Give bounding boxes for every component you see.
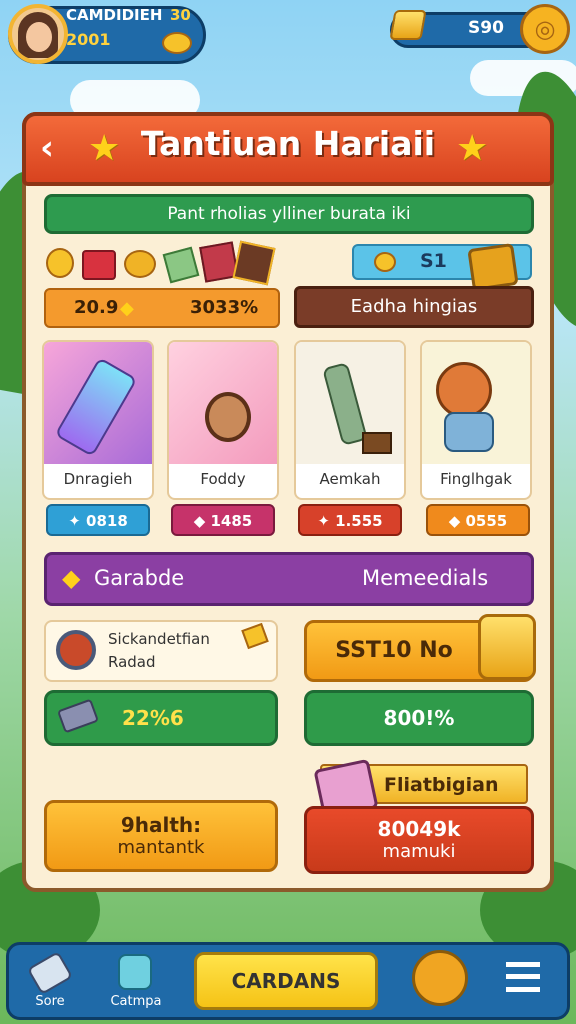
coins-pile-icon: [124, 250, 156, 278]
info-title: Sickandetfian: [108, 630, 210, 648]
add-gold-button[interactable]: ◎: [520, 4, 570, 54]
briefcase-icon: [362, 432, 392, 454]
progress-right-button[interactable]: 800!%: [304, 690, 534, 746]
section-button[interactable]: Eadha hingias: [294, 286, 534, 328]
reward-left-a: 20.9: [74, 297, 119, 318]
gem-icon: ◆: [62, 564, 81, 592]
card-value-text: 0818: [86, 512, 128, 530]
card-value: ◆ 1485: [171, 504, 275, 536]
kid-icon: [205, 392, 251, 442]
card-value: ✦ 1.555: [298, 504, 402, 536]
backpack-icon[interactable]: [118, 954, 152, 990]
chest-icon: [478, 614, 536, 680]
card-value: ✦ 0818: [46, 504, 150, 536]
bottom-right-button[interactable]: 80049k mamuki: [304, 806, 534, 874]
reward-left-b: 3033%: [190, 297, 259, 318]
card-value: ◆ 0555: [426, 504, 530, 536]
card-item[interactable]: Dnragieh: [42, 340, 154, 500]
task-banner: Pant rholias ylliner burata iki: [44, 194, 534, 234]
coin-icon: [374, 252, 396, 272]
card-value-text: 0555: [465, 512, 508, 530]
ribbon-text: Fliatbigian: [384, 774, 499, 796]
card-item[interactable]: Aemkah: [294, 340, 406, 500]
reward-right-value: S1: [420, 250, 447, 272]
card-item[interactable]: Finglhgak: [420, 340, 532, 500]
bottom-left-button[interactable]: 9halth: mantantk: [44, 800, 278, 872]
card-value-text: 1485: [210, 512, 253, 530]
menu-icon[interactable]: [506, 962, 540, 992]
card-value-text: 1.555: [335, 512, 383, 530]
card-label: Aemkah: [319, 470, 381, 488]
dog-body: [444, 412, 494, 452]
info-subtitle: Radad: [108, 653, 156, 671]
card-label: Dnragieh: [63, 470, 133, 488]
gold-value: S90: [468, 18, 504, 38]
bottom-left-line1: 9halth:: [120, 813, 202, 837]
progress-left-value: 22%6: [122, 706, 184, 730]
coin-icon: [46, 248, 74, 278]
treasure-chest-icon: [467, 243, 519, 291]
nav-label-camp[interactable]: Catmpa: [104, 994, 168, 1009]
player-score: 2001: [66, 30, 111, 49]
gold-bar-icon: [389, 10, 427, 40]
card-item[interactable]: Foddy: [167, 340, 279, 500]
bottom-right-line2: mamuki: [382, 841, 456, 862]
gift-icon: [82, 250, 116, 280]
player-name: CAMDIDIEH: [66, 6, 163, 24]
card-label: Foddy: [200, 470, 246, 488]
level-badge: 30: [170, 6, 191, 24]
category-left: Garabde: [94, 566, 185, 590]
card-label: Finglhgak: [440, 470, 512, 488]
dog-icon: [436, 362, 492, 418]
avatar[interactable]: [8, 4, 68, 64]
gear-icon: [56, 630, 96, 670]
bottom-left-line2: mantantk: [117, 837, 205, 858]
page-title: Tantiuan Hariaii: [140, 124, 436, 163]
category-right: Memeedials: [362, 566, 489, 590]
gem-icon: ◆: [120, 298, 134, 319]
shield-icon[interactable]: [412, 950, 468, 1006]
bottom-right-line1: 80049k: [377, 817, 461, 841]
cards-button[interactable]: CARDANS: [194, 952, 378, 1010]
coin-icon: [162, 32, 192, 54]
nav-label-store[interactable]: Sore: [22, 994, 78, 1009]
card-icon: [232, 240, 276, 286]
